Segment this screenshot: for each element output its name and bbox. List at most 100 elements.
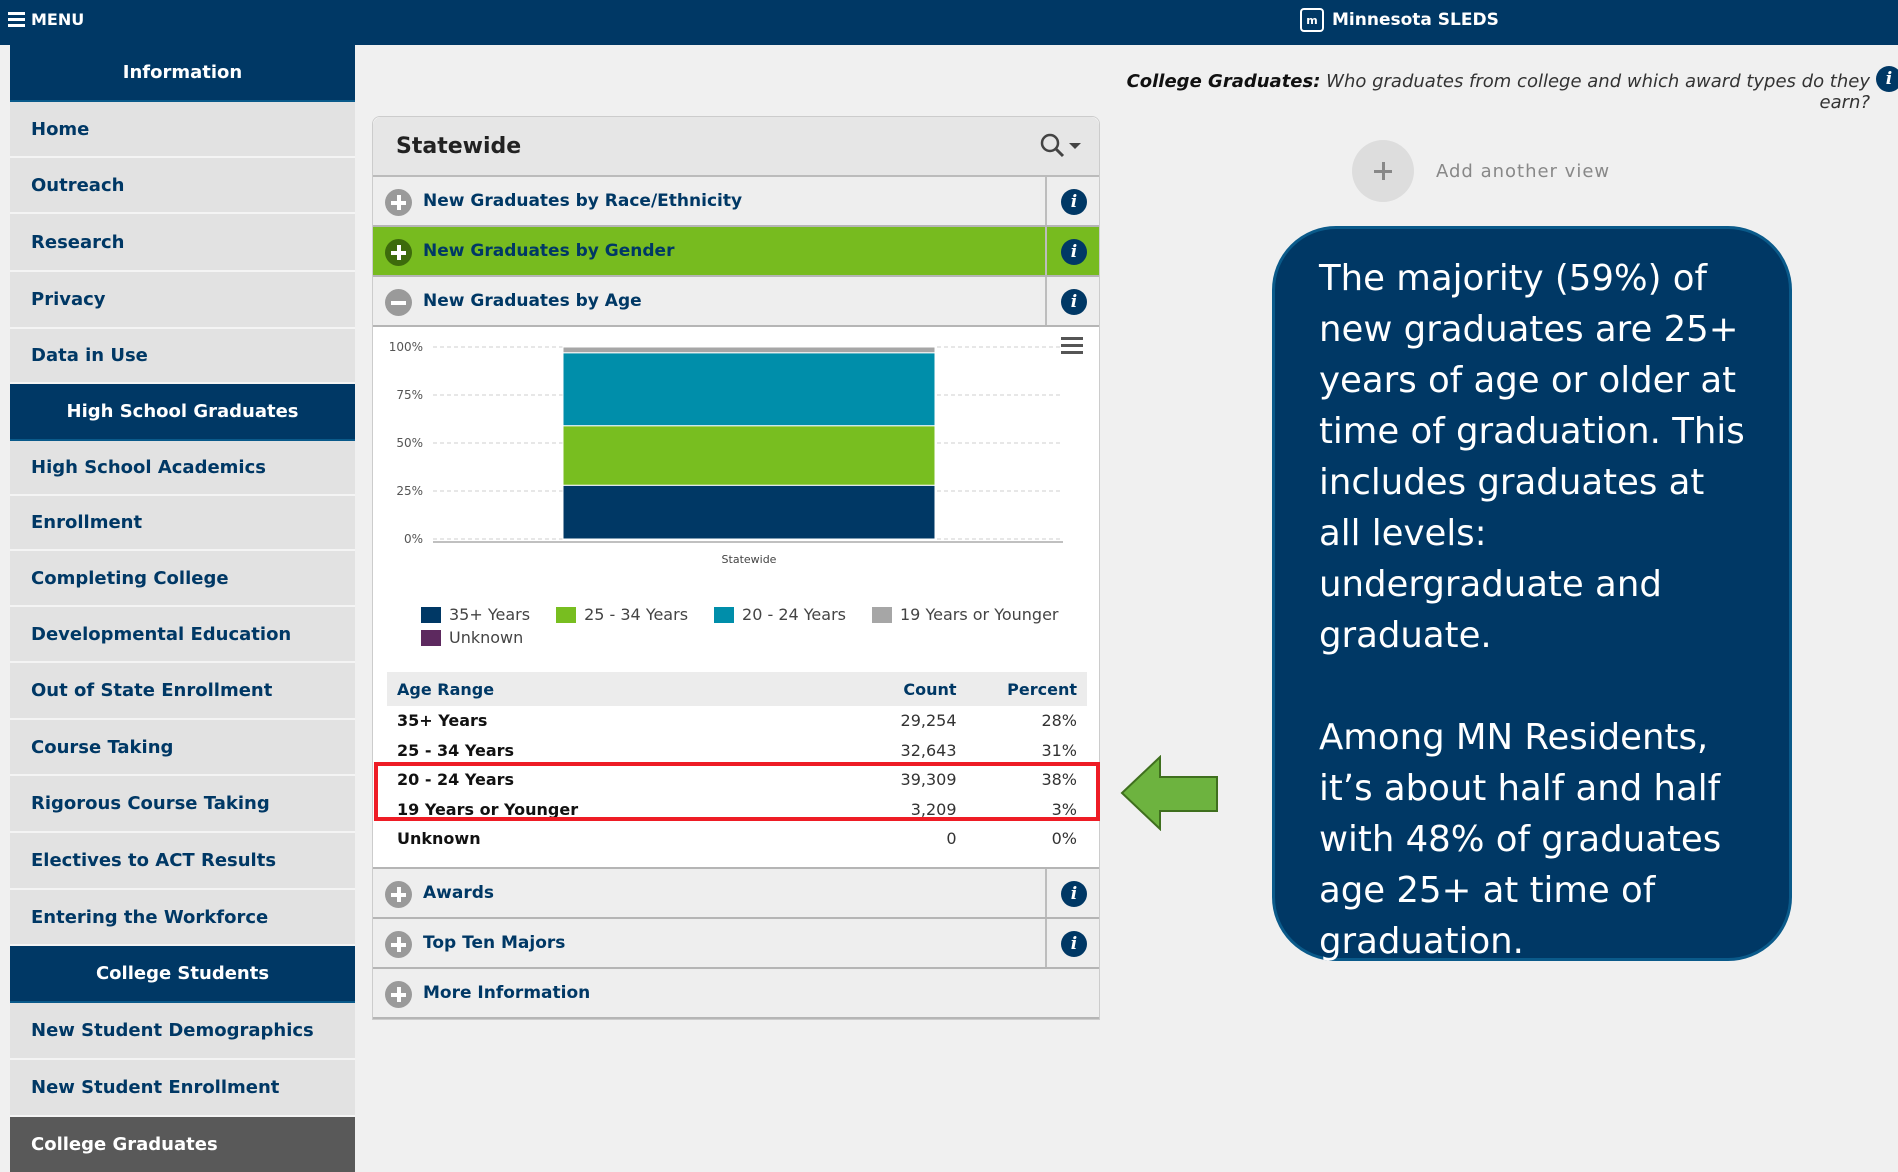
sidebar-item-entering-the-workforce[interactable]: Entering the Workforce bbox=[10, 890, 355, 946]
legend-item-25-34-years[interactable]: 25 - 34 Years bbox=[556, 605, 688, 624]
bar-segment-20-24-years bbox=[562, 352, 936, 427]
bar-segment-35-years bbox=[562, 484, 936, 540]
legend-swatch bbox=[872, 606, 892, 623]
menu-label: MENU bbox=[31, 10, 85, 29]
sidebar-item-high-school-academics[interactable]: High School Academics bbox=[10, 441, 355, 496]
accordion-row-new-graduates-by-race-ethnicity[interactable]: New Graduates by Race/Ethnicity i bbox=[373, 177, 1099, 227]
table-row: Unknown 0 0% bbox=[387, 824, 1087, 854]
table-header-row: Age Range Count Percent bbox=[387, 672, 1087, 706]
accordion-row-new-graduates-by-gender[interactable]: New Graduates by Gender i bbox=[373, 227, 1099, 277]
add-view-button[interactable]: Add another view bbox=[1352, 140, 1610, 202]
plus-icon bbox=[1352, 140, 1414, 202]
brand[interactable]: m Minnesota SLEDS bbox=[1300, 8, 1499, 32]
legend-item-35-years[interactable]: 35+ Years bbox=[421, 605, 530, 624]
sidebar-nav: Information Home Outreach Research Privacy Da… bbox=[10, 45, 355, 1172]
sleds-logo-icon: m bbox=[1300, 8, 1324, 32]
table-cell: Unknown bbox=[397, 829, 481, 849]
table-cell: 32,643 bbox=[900, 740, 957, 760]
row-divider bbox=[1045, 227, 1047, 275]
info-icon[interactable]: i bbox=[1061, 289, 1087, 315]
info-icon[interactable]: i bbox=[1876, 66, 1898, 92]
sidebar-item-new-student-enrollment[interactable]: New Student Enrollment bbox=[10, 1060, 355, 1117]
sidebar-item-research[interactable]: Research bbox=[10, 214, 355, 272]
accordion-row-awards[interactable]: Awards i bbox=[373, 869, 1099, 919]
table-row: 35+ Years 29,254 28% bbox=[387, 706, 1087, 736]
y-tick-label: 75% bbox=[396, 388, 423, 402]
accordion-row-more-information[interactable]: More Information bbox=[373, 969, 1099, 1019]
accordion-bottom: Awards i Top Ten Majors i More Information bbox=[373, 869, 1099, 1019]
sidebar-item-home[interactable]: Home bbox=[10, 102, 355, 158]
info-icon[interactable]: i bbox=[1061, 931, 1087, 957]
panel-header: Statewide bbox=[373, 117, 1099, 177]
minus-icon[interactable] bbox=[385, 289, 412, 316]
sidebar-item-out-of-state-enrollment[interactable]: Out of State Enrollment bbox=[10, 663, 355, 720]
plus-icon[interactable] bbox=[385, 239, 412, 266]
bar-segment-19-years-or-younger bbox=[562, 346, 936, 354]
sidebar-item-data-in-use[interactable]: Data in Use bbox=[10, 329, 355, 384]
age-chart: 100% 75% 50% 25% 0% Statewide 35+ Years 25 - 3… bbox=[373, 327, 1099, 672]
plus-icon[interactable] bbox=[385, 881, 412, 908]
y-tick-label: 100% bbox=[389, 340, 423, 354]
row-divider bbox=[1045, 869, 1047, 917]
legend-label: 20 - 24 Years bbox=[742, 605, 846, 624]
legend-label: 19 Years or Younger bbox=[900, 605, 1059, 624]
table-cell: 31% bbox=[1041, 740, 1077, 760]
accordion-label: New Graduates by Age bbox=[423, 291, 642, 311]
plus-icon[interactable] bbox=[385, 189, 412, 216]
highlight-box bbox=[374, 762, 1100, 821]
sidebar-item-completing-college[interactable]: Completing College bbox=[10, 551, 355, 607]
table-cell: 28% bbox=[1041, 711, 1077, 731]
accordion-row-top-ten-majors[interactable]: Top Ten Majors i bbox=[373, 919, 1099, 969]
sidebar-header-high-school-graduates: High School Graduates bbox=[10, 384, 355, 441]
callout-box: The majority (59%) of new graduates are … bbox=[1272, 226, 1792, 962]
accordion-label: More Information bbox=[423, 983, 591, 1003]
chart-menu-icon[interactable] bbox=[1061, 337, 1083, 355]
search-icon[interactable] bbox=[1038, 131, 1088, 161]
legend-item-20-24-years[interactable]: 20 - 24 Years bbox=[714, 605, 846, 624]
x-tick-label: Statewide bbox=[722, 553, 777, 566]
page-question: College Graduates: Who graduates from co… bbox=[1100, 71, 1870, 113]
sidebar-item-enrollment[interactable]: Enrollment bbox=[10, 496, 355, 551]
question-label: College Graduates: bbox=[1126, 71, 1321, 92]
callout-paragraph-1: The majority (59%) of new graduates are … bbox=[1319, 258, 1745, 656]
menu-button[interactable]: MENU bbox=[8, 10, 84, 29]
accordion-label: New Graduates by Gender bbox=[423, 241, 675, 261]
legend-label: 25 - 34 Years bbox=[584, 605, 689, 624]
panel-title: Statewide bbox=[396, 134, 522, 159]
column-header-age-range: Age Range bbox=[387, 672, 867, 706]
table-row: 25 - 34 Years 32,643 31% bbox=[387, 736, 1087, 766]
sidebar-header-information: Information bbox=[10, 45, 355, 102]
sidebar-item-rigorous-course-taking[interactable]: Rigorous Course Taking bbox=[10, 776, 355, 833]
legend-swatch bbox=[714, 606, 735, 623]
column-header-percent: Percent bbox=[966, 672, 1087, 706]
row-divider bbox=[1045, 919, 1047, 967]
left-arrow-icon bbox=[1120, 755, 1218, 831]
legend-label: 35+ Years bbox=[449, 605, 531, 624]
row-divider bbox=[1045, 277, 1047, 325]
sidebar-item-developmental-education[interactable]: Developmental Education bbox=[10, 607, 355, 663]
table-cell: 0% bbox=[1051, 829, 1077, 849]
accordion-label: New Graduates by Race/Ethnicity bbox=[423, 191, 743, 211]
sidebar-header-college-students: College Students bbox=[10, 946, 355, 1003]
legend-item-19-years-or-younger[interactable]: 19 Years or Younger bbox=[872, 605, 1059, 624]
top-bar: MENU m Minnesota SLEDS bbox=[0, 0, 1898, 45]
legend-item-unknown[interactable]: Unknown bbox=[421, 628, 523, 647]
sidebar-item-privacy[interactable]: Privacy bbox=[10, 272, 355, 329]
table-cell: 25 - 34 Years bbox=[397, 740, 515, 760]
plus-icon[interactable] bbox=[385, 931, 412, 958]
plus-icon[interactable] bbox=[385, 981, 412, 1008]
sidebar-item-outreach[interactable]: Outreach bbox=[10, 158, 355, 214]
hamburger-icon bbox=[8, 11, 25, 28]
sidebar-item-electives-to-act-results[interactable]: Electives to ACT Results bbox=[10, 833, 355, 890]
info-icon[interactable]: i bbox=[1061, 239, 1087, 265]
accordion-top: New Graduates by Race/Ethnicity i New Grad… bbox=[373, 177, 1099, 327]
info-icon[interactable]: i bbox=[1061, 881, 1087, 907]
sidebar-item-college-graduates[interactable]: College Graduates bbox=[10, 1117, 355, 1172]
legend-swatch bbox=[421, 629, 441, 646]
sidebar-item-new-student-demographics[interactable]: New Student Demographics bbox=[10, 1003, 355, 1060]
y-tick-label: 50% bbox=[396, 436, 423, 450]
accordion-row-new-graduates-by-age[interactable]: New Graduates by Age i bbox=[373, 277, 1099, 327]
info-icon[interactable]: i bbox=[1061, 189, 1087, 215]
callout-paragraph-2: Among MN Residents, it’s about half and … bbox=[1319, 717, 1722, 962]
sidebar-item-course-taking[interactable]: Course Taking bbox=[10, 720, 355, 776]
